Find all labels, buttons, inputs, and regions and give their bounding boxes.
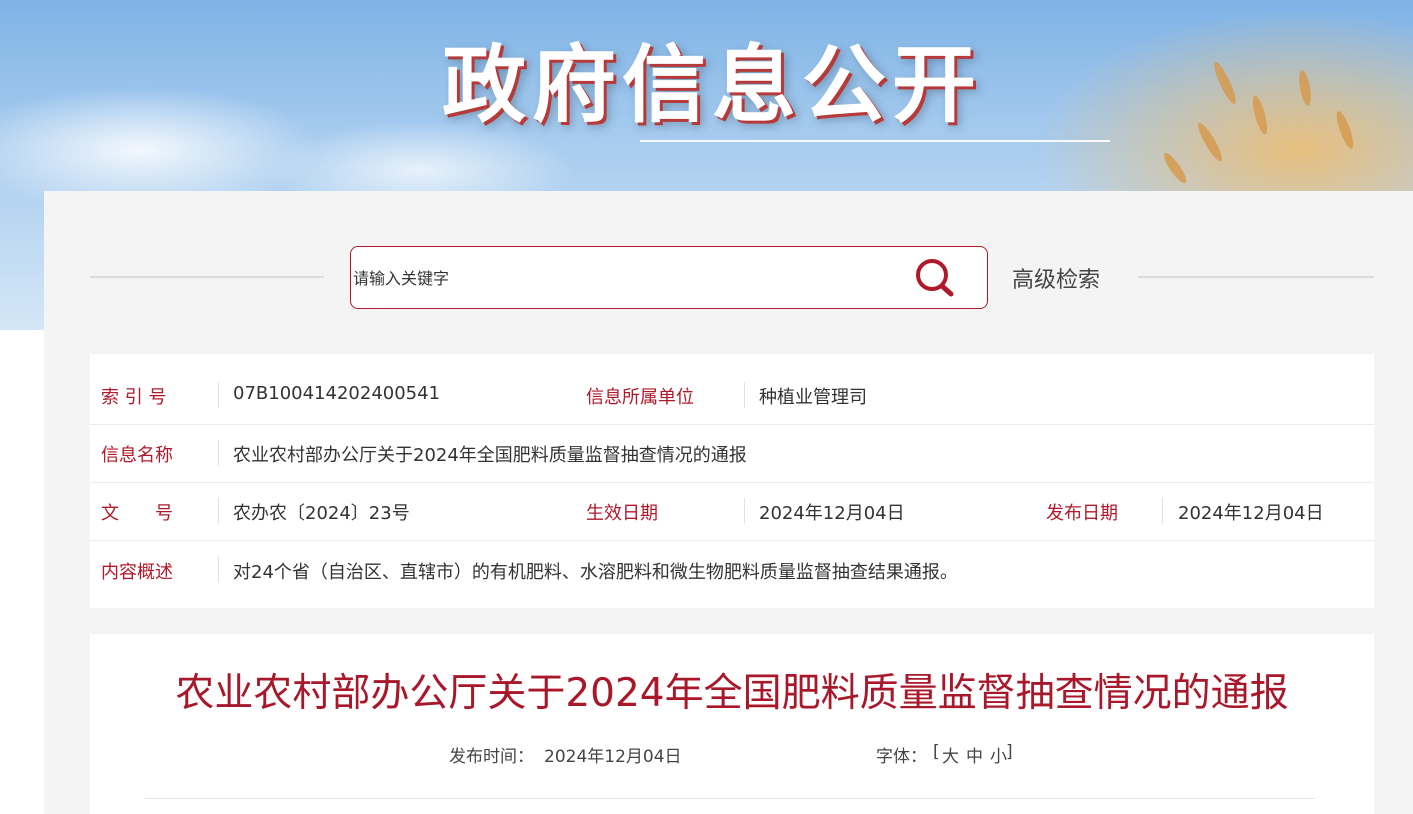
search-right-divider bbox=[1138, 276, 1374, 278]
article-title: 农业农村部办公厅关于2024年全国肥料质量监督抽查情况的通报 bbox=[175, 671, 1289, 716]
column-separator bbox=[218, 382, 219, 408]
font-size-medium-option[interactable]: 中 bbox=[966, 742, 983, 767]
column-separator bbox=[218, 498, 219, 524]
info-name-value: 农业农村部办公厅关于2024年全国肥料质量监督抽查情况的通报 bbox=[233, 445, 747, 466]
search-input[interactable] bbox=[353, 265, 893, 291]
font-bracket-close: ] bbox=[1006, 742, 1013, 762]
font-bracket-open: [ bbox=[933, 742, 940, 762]
summary-value: 对24个省（自治区、直辖市）的有机肥料、水溶肥料和微生物肥料质量监督抽查结果通报… bbox=[233, 562, 958, 583]
publish-date-value: 2024年12月04日 bbox=[1178, 503, 1324, 524]
wheat-ear-decoration bbox=[1210, 60, 1240, 106]
unit-value: 种植业管理司 bbox=[759, 387, 867, 408]
column-separator bbox=[744, 382, 745, 408]
column-separator bbox=[1162, 498, 1163, 524]
effective-date-value: 2024年12月04日 bbox=[759, 503, 905, 524]
document-number-value: 农办农〔2024〕23号 bbox=[233, 503, 410, 524]
info-name-label: 信息名称 bbox=[101, 445, 173, 466]
wheat-ear-decoration bbox=[1249, 94, 1271, 136]
font-size-large-option[interactable]: 大 bbox=[942, 742, 959, 767]
search-box bbox=[350, 246, 988, 309]
index-number-label: 索 引 号 bbox=[101, 387, 167, 408]
row-divider bbox=[90, 482, 1374, 483]
summary-label: 内容概述 bbox=[101, 562, 173, 583]
font-size-small-option[interactable]: 小 bbox=[990, 742, 1007, 767]
search-icon[interactable] bbox=[913, 257, 957, 299]
publish-date-label: 发布日期 bbox=[1046, 503, 1118, 524]
publish-time-label: 发布时间： bbox=[449, 747, 534, 767]
wheat-ear-decoration bbox=[1296, 69, 1314, 107]
advanced-search-link[interactable]: 高级检索 bbox=[1012, 262, 1100, 294]
publish-time-value: 2024年12月04日 bbox=[544, 747, 682, 767]
article-container bbox=[90, 634, 1374, 814]
document-number-label: 文 号 bbox=[101, 503, 173, 524]
wheat-ear-decoration bbox=[1333, 109, 1357, 151]
search-left-divider bbox=[90, 276, 324, 278]
wheat-ear-decoration bbox=[1160, 150, 1190, 186]
effective-date-label: 生效日期 bbox=[586, 503, 658, 524]
font-size-label: 字体： bbox=[876, 747, 927, 767]
row-divider bbox=[90, 540, 1374, 541]
column-separator bbox=[218, 440, 219, 466]
wheat-ear-decoration bbox=[1194, 120, 1226, 164]
article-divider bbox=[145, 798, 1315, 799]
row-divider bbox=[90, 424, 1374, 425]
banner-divider bbox=[640, 140, 1110, 142]
unit-label: 信息所属单位 bbox=[586, 387, 694, 408]
column-separator bbox=[744, 498, 745, 524]
column-separator bbox=[218, 556, 219, 582]
index-number-value: 07B100414202400541 bbox=[233, 383, 441, 404]
banner-title: 政府信息公开 bbox=[442, 36, 983, 134]
